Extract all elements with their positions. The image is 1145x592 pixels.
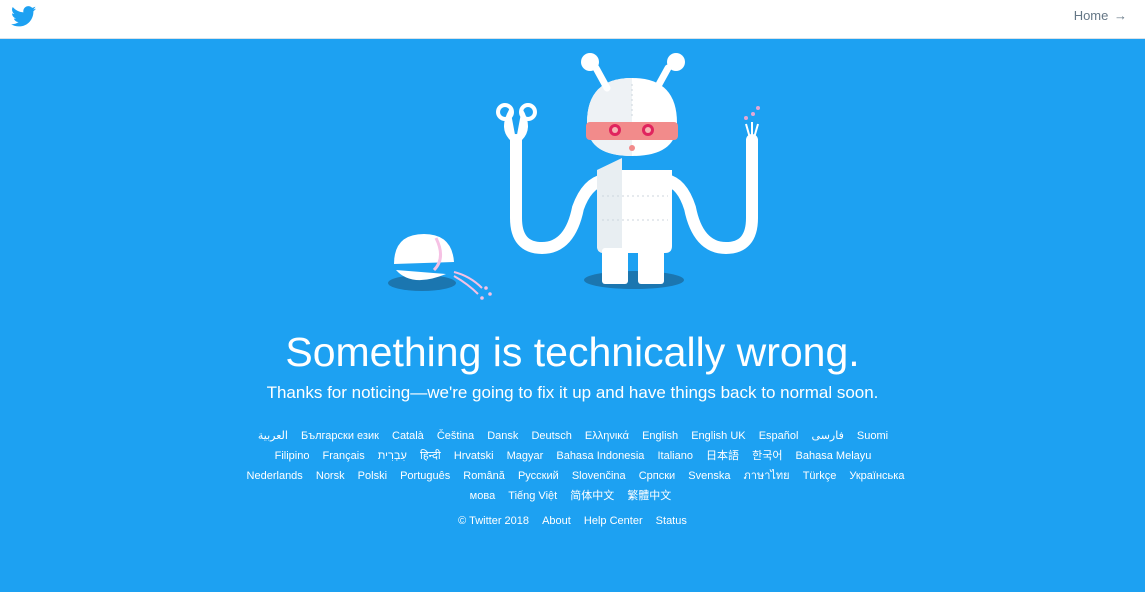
- language-link[interactable]: فارسی: [812, 430, 844, 442]
- language-list: العربية Български език Català Čeština Da…: [235, 426, 911, 506]
- language-link[interactable]: Slovenčina: [572, 470, 626, 482]
- language-link[interactable]: ภาษาไทย: [744, 470, 790, 482]
- language-item: Português: [400, 470, 450, 482]
- language-link[interactable]: Română: [463, 470, 505, 482]
- language-link[interactable]: 繁體中文: [627, 490, 671, 502]
- language-link[interactable]: Svenska: [688, 470, 730, 482]
- language-item: Slovenčina: [572, 470, 626, 482]
- language-item: 繁體中文: [627, 490, 671, 502]
- language-link[interactable]: Español: [759, 430, 799, 442]
- language-item: 简体中文: [570, 490, 614, 502]
- footer-item: About: [542, 515, 571, 527]
- language-item: Deutsch: [531, 430, 571, 442]
- language-item: Suomi: [857, 430, 888, 442]
- language-item: Ελληνικά: [585, 430, 629, 442]
- broken-robot-illustration: [388, 53, 760, 300]
- arrow-right-icon: →: [1114, 8, 1127, 23]
- language-link[interactable]: 简体中文: [570, 490, 614, 502]
- language-item: Български език: [301, 430, 379, 442]
- language-item: Filipino: [275, 450, 310, 462]
- language-item: Tiếng Việt: [508, 490, 557, 502]
- language-item: Dansk: [487, 430, 518, 442]
- language-item: Español: [759, 430, 799, 442]
- language-item: 한국어: [752, 450, 782, 462]
- language-link[interactable]: עִבְרִית: [378, 450, 407, 462]
- language-item: Polski: [358, 470, 387, 482]
- language-item: فارسی: [812, 430, 844, 442]
- language-link[interactable]: Dansk: [487, 430, 518, 442]
- language-item: Svenska: [688, 470, 730, 482]
- error-subtitle: Thanks for noticing—we're going to fix i…: [266, 383, 879, 402]
- language-link[interactable]: English UK: [691, 430, 745, 442]
- language-item: English UK: [691, 430, 745, 442]
- language-link[interactable]: Bahasa Melayu: [796, 450, 872, 462]
- footer-item: © Twitter 2018: [458, 515, 529, 527]
- language-item: Italiano: [658, 450, 693, 462]
- language-item: Nederlands: [247, 470, 303, 482]
- language-item: Română: [463, 470, 505, 482]
- language-link[interactable]: Italiano: [658, 450, 693, 462]
- language-item: עִבְרִית: [378, 450, 407, 462]
- language-link[interactable]: Türkçe: [803, 470, 837, 482]
- language-item: Türkçe: [803, 470, 837, 482]
- language-link[interactable]: Русский: [518, 470, 559, 482]
- twitter-bird-icon[interactable]: [11, 6, 36, 27]
- language-item: Čeština: [437, 430, 474, 442]
- about-link[interactable]: About: [542, 515, 571, 527]
- language-link[interactable]: हिन्दी: [420, 450, 441, 462]
- language-item: हिन्दी: [420, 450, 441, 462]
- language-link[interactable]: Български език: [301, 430, 379, 442]
- language-link[interactable]: Bahasa Indonesia: [556, 450, 644, 462]
- language-item: Hrvatski: [454, 450, 494, 462]
- language-link[interactable]: Hrvatski: [454, 450, 494, 462]
- copyright-text: © Twitter 2018: [458, 515, 530, 527]
- language-link[interactable]: 日本語: [706, 450, 739, 462]
- language-link[interactable]: English: [642, 430, 678, 442]
- language-item: Français: [323, 450, 365, 462]
- language-item: العربية: [258, 430, 288, 442]
- language-item: Magyar: [507, 450, 544, 462]
- language-item: Bahasa Indonesia: [556, 450, 644, 462]
- language-link[interactable]: Tiếng Việt: [508, 490, 557, 502]
- language-link[interactable]: Suomi: [857, 430, 888, 442]
- language-link[interactable]: العربية: [258, 430, 288, 442]
- language-item: Bahasa Melayu: [796, 450, 872, 462]
- language-link[interactable]: Deutsch: [531, 430, 571, 442]
- error-title: Something is technically wrong.: [285, 329, 860, 375]
- language-item: 日本語: [706, 450, 739, 462]
- language-item: Русский: [518, 470, 559, 482]
- language-link[interactable]: Português: [400, 470, 450, 482]
- status-link[interactable]: Status: [656, 515, 687, 527]
- footer-item: Status: [656, 515, 687, 527]
- language-item: Norsk: [316, 470, 345, 482]
- language-link[interactable]: Nederlands: [247, 470, 303, 482]
- language-link[interactable]: Norsk: [316, 470, 345, 482]
- language-link[interactable]: Català: [392, 430, 424, 442]
- home-link-label: Home: [1073, 8, 1109, 23]
- footer-links: © Twitter 2018 About Help Center Status: [0, 512, 1145, 530]
- language-link[interactable]: Français: [323, 450, 365, 462]
- top-bar: Home →: [0, 0, 1145, 39]
- footer-item: Help Center: [584, 515, 643, 527]
- language-link[interactable]: 한국어: [752, 450, 782, 462]
- language-link[interactable]: Ελληνικά: [585, 430, 629, 442]
- language-item: English: [642, 430, 678, 442]
- language-item: Català: [392, 430, 424, 442]
- language-item: ภาษาไทย: [744, 470, 790, 482]
- language-link[interactable]: Polski: [358, 470, 387, 482]
- language-link[interactable]: Čeština: [437, 430, 474, 442]
- language-link[interactable]: Српски: [639, 470, 675, 482]
- language-link[interactable]: Filipino: [275, 450, 310, 462]
- language-link[interactable]: Magyar: [507, 450, 544, 462]
- help-center-link[interactable]: Help Center: [584, 515, 643, 527]
- home-link[interactable]: Home →: [1074, 8, 1127, 24]
- language-item: Српски: [639, 470, 675, 482]
